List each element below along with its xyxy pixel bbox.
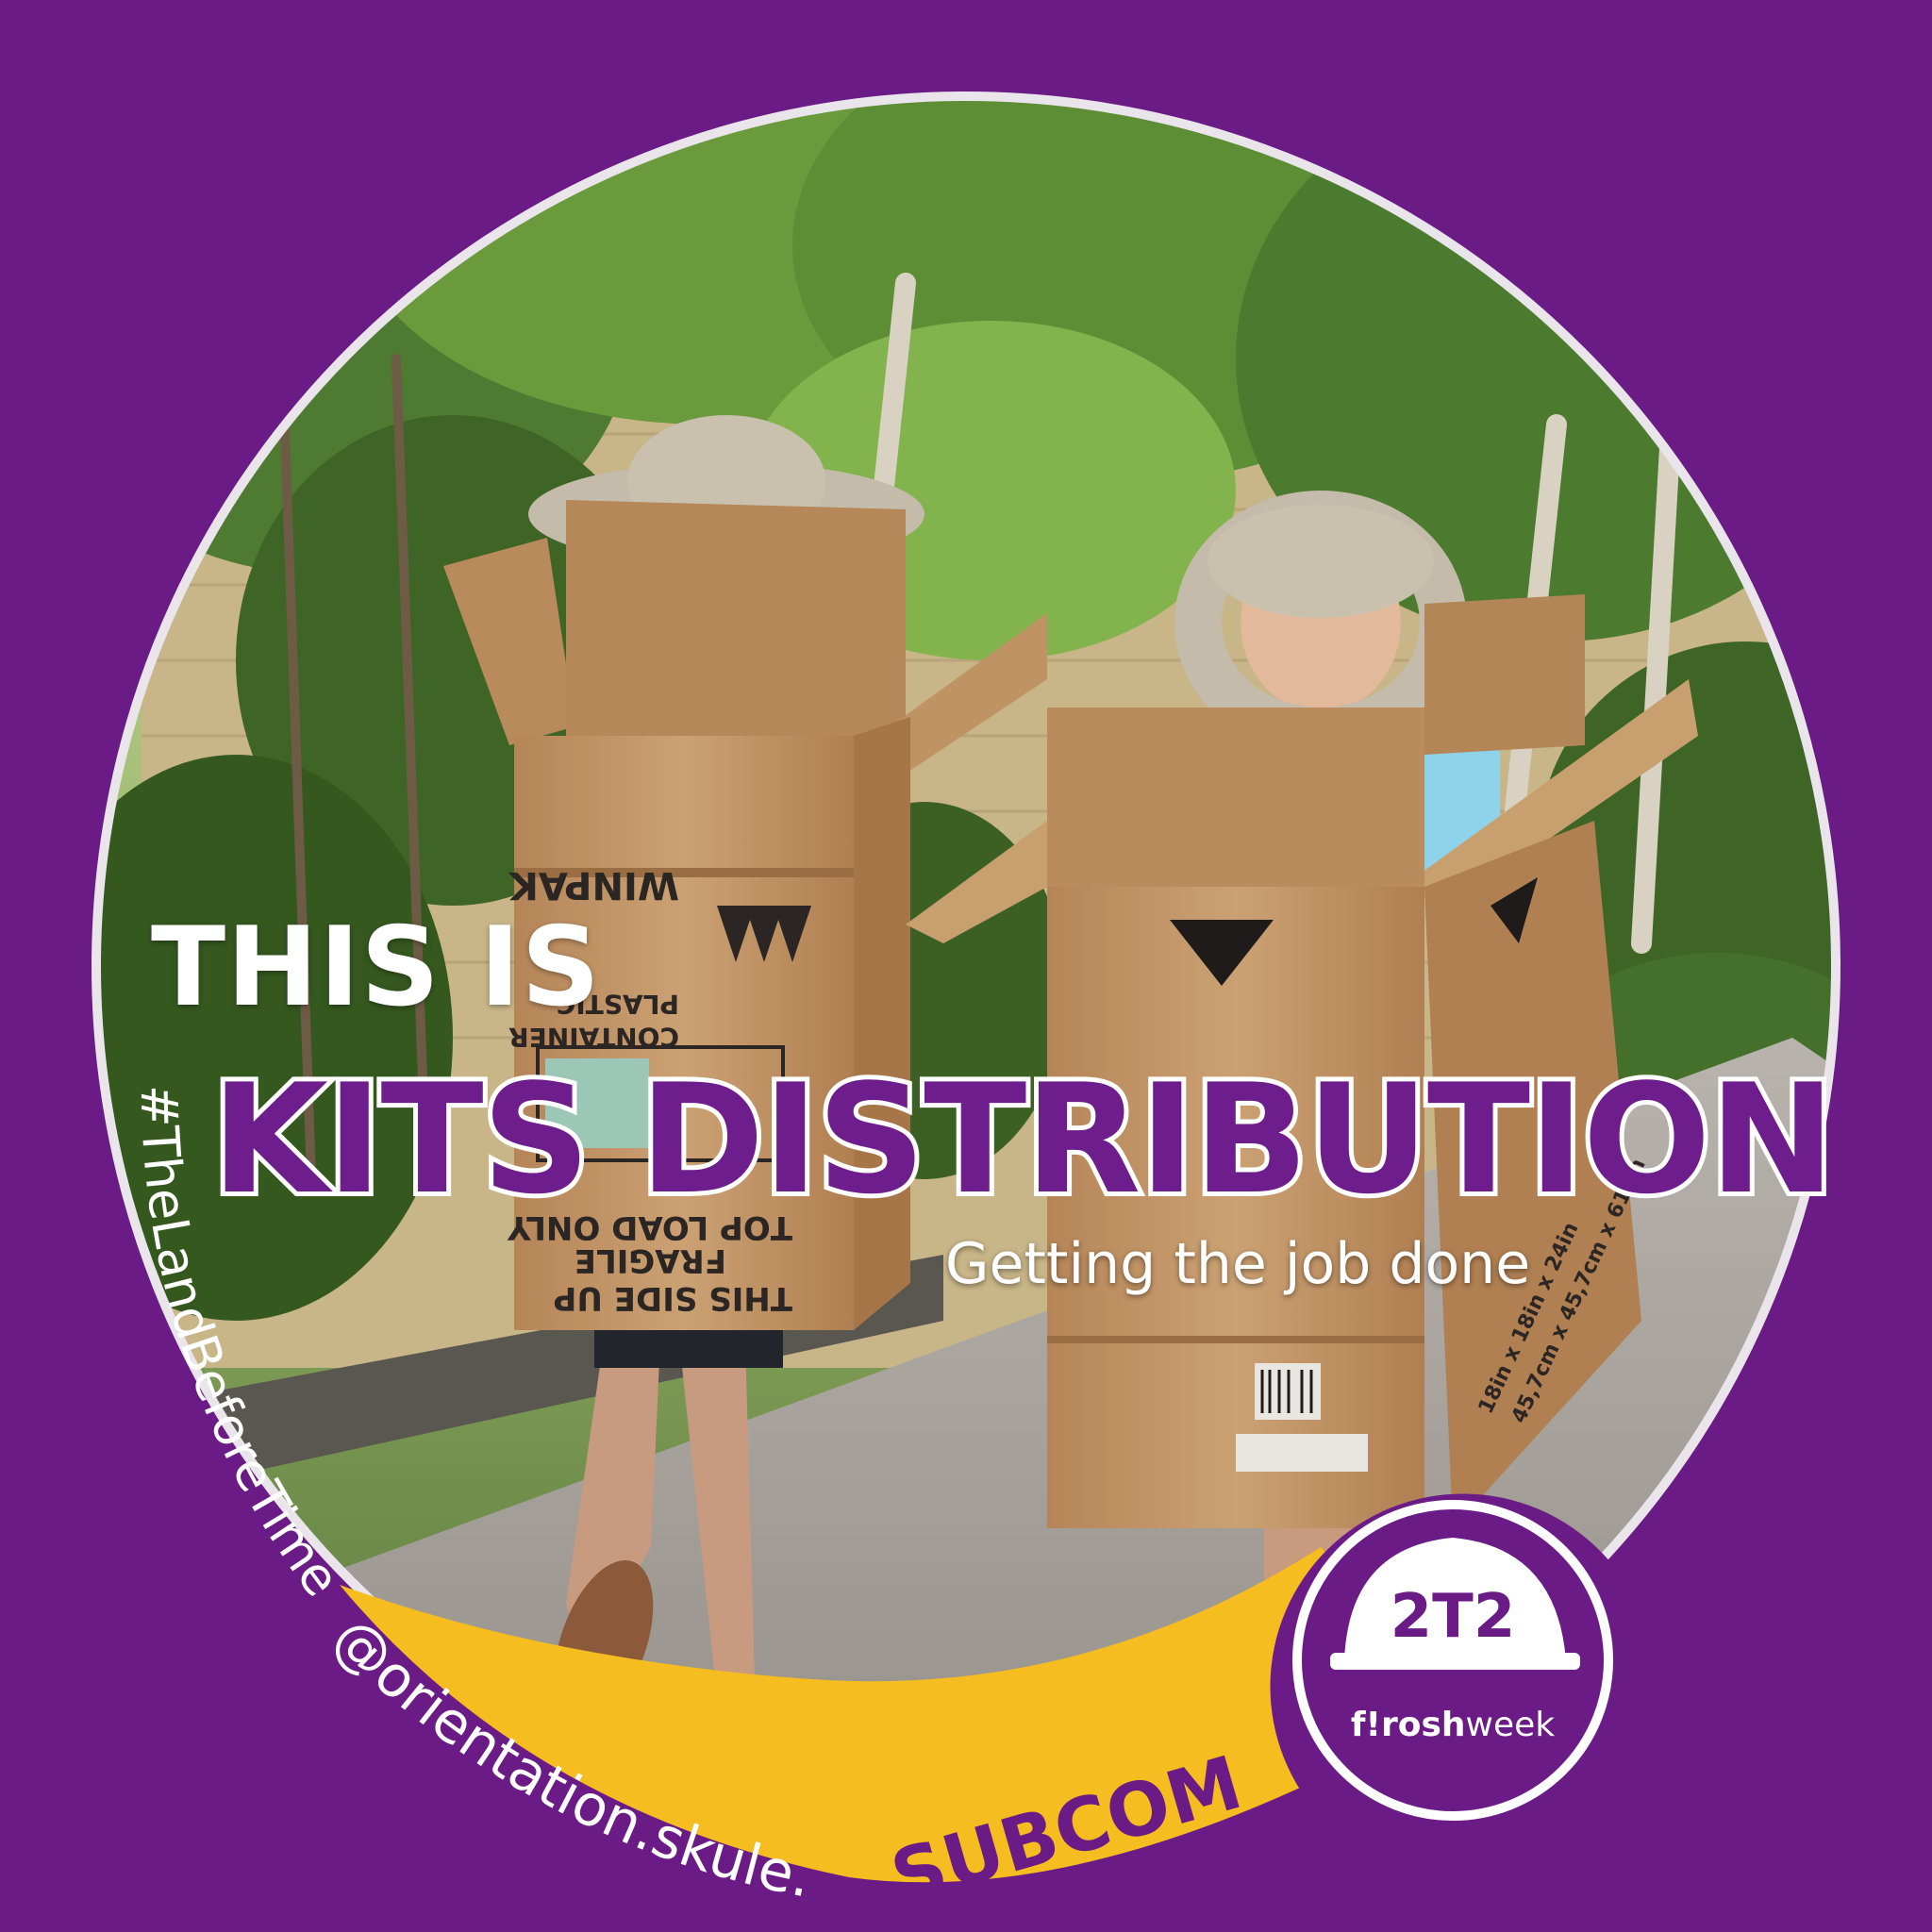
title-line-2: KITS DISTRIBUTION	[207, 1051, 1840, 1227]
box-left-brand: WINPAK	[508, 863, 679, 907]
box-left-text5: THIS SIDE UP	[553, 1279, 792, 1317]
title-line-1: THIS IS	[151, 904, 602, 1031]
badge-brand: f!roshweek	[1351, 1706, 1555, 1744]
tagline: Getting the job done	[945, 1231, 1531, 1297]
box-left-text4: FRAGILE	[575, 1241, 726, 1279]
badge-year: 2T2	[1391, 1582, 1516, 1652]
